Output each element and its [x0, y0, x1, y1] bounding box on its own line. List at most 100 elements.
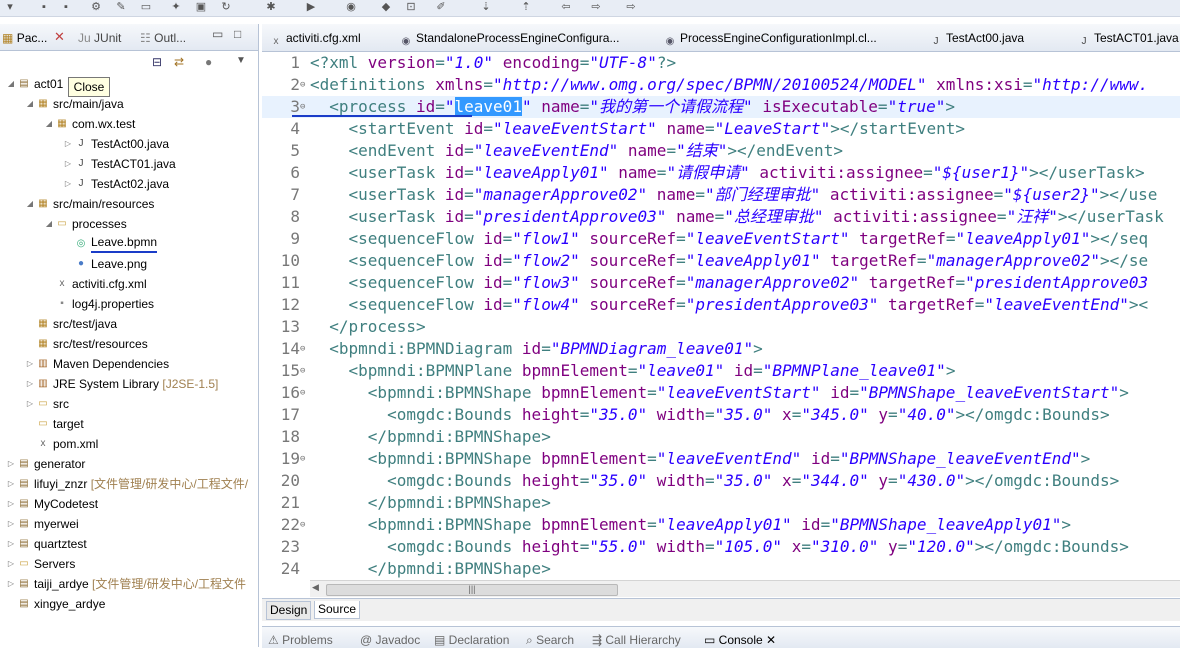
build-icon[interactable]: ⚙ — [90, 1, 102, 13]
link-with-editor-icon[interactable]: ⇄ — [174, 55, 184, 69]
scrollbar-thumb[interactable]: ||| — [326, 584, 618, 596]
forward-icon[interactable]: ⇨ — [590, 1, 602, 13]
editor-tab[interactable]: ◉ ProcessEngineConfigurationImpl.cl... — [664, 29, 877, 47]
collapse-arrow-icon[interactable]: ◢ — [25, 94, 35, 114]
tree-item[interactable]: ▷ ▥ JRE System Library [J2SE-1.5] — [0, 374, 258, 394]
tree-item[interactable]: ▷ ▤ taiji_ardye [文件管理/研发中心/工程文件 — [0, 574, 258, 594]
tab-design[interactable]: Design — [266, 601, 312, 620]
bottom-tab[interactable]: ▤ Declaration — [434, 632, 509, 648]
annotation-icon[interactable]: ⇣ — [480, 1, 492, 13]
package-icon[interactable]: ▣ — [195, 1, 207, 13]
tree-item[interactable]: ▷ J TestAct02.java — [0, 174, 258, 194]
properties-icon[interactable]: ✎ — [115, 1, 127, 13]
collapse-arrow-icon[interactable]: ◢ — [6, 74, 16, 94]
collapse-arrow-icon[interactable]: ◢ — [25, 194, 35, 214]
code-line: 13 </process> — [262, 316, 1180, 338]
horizontal-scrollbar[interactable]: ◀ ||| — [310, 580, 1180, 597]
scroll-left-icon[interactable]: ◀ — [312, 582, 319, 593]
navigate-icon[interactable]: ⇡ — [520, 1, 532, 13]
new-icon[interactable]: ▾ — [4, 1, 16, 13]
maximize-icon[interactable]: □ — [234, 27, 241, 41]
bottom-tab[interactable]: ⇶ Call Hierarchy — [592, 632, 681, 648]
expand-arrow-icon[interactable]: ▷ — [25, 374, 35, 394]
tab-outline[interactable]: ☷ Outl... — [140, 29, 186, 47]
tree-item[interactable]: ▷ ▤ myerwei — [0, 514, 258, 534]
tree-item[interactable]: ▷ J TestACT01.java — [0, 154, 258, 174]
refresh-icon[interactable]: ↻ — [220, 1, 232, 13]
fold-toggle-icon[interactable]: ⊖ — [300, 448, 305, 470]
tree-item[interactable]: ▷ J TestAct00.java — [0, 134, 258, 154]
tree-item[interactable]: ▪ log4j.properties — [0, 294, 258, 314]
tree-item[interactable]: ▷ ▭ src — [0, 394, 258, 414]
tree-item[interactable]: x pom.xml — [0, 434, 258, 454]
collapse-arrow-icon[interactable]: ◢ — [44, 114, 54, 134]
tab-package-explorer[interactable]: ▦ Pac... — [2, 29, 47, 47]
bottom-tab[interactable]: @ Javadoc — [360, 632, 420, 648]
save-icon[interactable]: ▪ — [38, 1, 50, 13]
expand-arrow-icon[interactable]: ▷ — [6, 554, 16, 574]
tree-item[interactable]: ▦ src/test/java — [0, 314, 258, 334]
open-type-icon[interactable]: ⊡ — [405, 1, 417, 13]
close-icon[interactable]: ✕ — [763, 633, 776, 647]
bottom-tab[interactable]: ⚠ Problems — [268, 632, 333, 648]
tree-item[interactable]: ◢ ▦ src/main/resources — [0, 194, 258, 214]
fold-toggle-icon[interactable]: ⊖ — [300, 360, 305, 382]
expand-arrow-icon[interactable]: ▷ — [63, 134, 73, 154]
tree-item[interactable]: ▭ target — [0, 414, 258, 434]
expand-arrow-icon[interactable]: ▷ — [6, 454, 16, 474]
external-tools-icon[interactable]: ◉ — [345, 1, 357, 13]
expand-arrow-icon[interactable]: ▷ — [6, 474, 16, 494]
search-toolbar-icon[interactable]: ✐ — [435, 1, 447, 13]
editor-tab[interactable]: x activiti.cfg.xml — [270, 29, 361, 47]
expand-arrow-icon[interactable]: ▷ — [6, 534, 16, 554]
xml-source-editor[interactable]: 1 <?xml version="1.0" encoding="UTF-8"?> 2… — [262, 52, 1180, 580]
next-icon[interactable]: ⇨ — [625, 1, 637, 13]
fold-toggle-icon[interactable]: ⊖ — [300, 338, 305, 360]
tree-item[interactable]: ◢ ▤ act01 — [0, 74, 258, 94]
expand-arrow-icon[interactable]: ▷ — [63, 174, 73, 194]
debug-icon[interactable]: ✱ — [265, 1, 277, 13]
expand-arrow-icon[interactable]: ▷ — [25, 394, 35, 414]
tree-item[interactable]: ◢ ▦ com.wx.test — [0, 114, 258, 134]
minimize-icon[interactable]: ▭ — [212, 27, 223, 41]
tree-item[interactable]: ▷ ▭ Servers — [0, 554, 258, 574]
back-icon[interactable]: ⇦ — [560, 1, 572, 13]
collapse-all-icon[interactable]: ⊟ — [152, 55, 162, 69]
tree-item[interactable]: ▷ ▤ lifuyi_znzr [文件管理/研发中心/工程文件/ — [0, 474, 258, 494]
expand-arrow-icon[interactable]: ▷ — [6, 574, 16, 594]
editor-tab[interactable]: J TestAct00.java — [930, 29, 1025, 47]
tree-item[interactable]: ● Leave.png — [0, 254, 258, 274]
tree-item[interactable]: ▦ src/test/resources — [0, 334, 258, 354]
tree-item[interactable]: ▷ ▤ quartztest — [0, 534, 258, 554]
expand-arrow-icon[interactable]: ▷ — [25, 354, 35, 374]
tree-item[interactable]: ▤ xingye_ardye — [0, 594, 258, 614]
terminal-icon[interactable]: ▭ — [140, 1, 152, 13]
filter-icon[interactable]: ● — [205, 55, 212, 69]
expand-arrow-icon[interactable]: ▷ — [6, 494, 16, 514]
wand-icon[interactable]: ✦ — [170, 1, 182, 13]
save-all-icon[interactable]: ▪ — [60, 1, 72, 13]
fold-toggle-icon[interactable]: ⊖ — [300, 514, 305, 536]
tree-item[interactable]: ◎ Leave.bpmn — [0, 234, 258, 254]
bottom-tab[interactable]: ▭ Console ✕ — [704, 632, 776, 648]
tree-item[interactable]: ▷ ▥ Maven Dependencies — [0, 354, 258, 374]
expand-arrow-icon[interactable]: ▷ — [63, 154, 73, 174]
run-icon[interactable]: ▶ — [305, 1, 317, 13]
bottom-tab[interactable]: ⌕ Search — [526, 632, 574, 648]
tree-item[interactable]: x activiti.cfg.xml — [0, 274, 258, 294]
tree-item[interactable]: ◢ ▭ processes — [0, 214, 258, 234]
view-menu-icon[interactable]: ▼ — [236, 55, 246, 66]
new-class-icon[interactable]: ◆ — [380, 1, 392, 13]
fold-toggle-icon[interactable]: ⊖ — [300, 382, 305, 404]
editor-tab[interactable]: ◉ StandaloneProcessEngineConfigura... — [400, 29, 620, 47]
tree-item[interactable]: ▷ ▤ MyCodetest — [0, 494, 258, 514]
tab-junit[interactable]: Ju JUnit — [78, 29, 121, 47]
expand-arrow-icon[interactable]: ▷ — [6, 514, 16, 534]
tree-item[interactable]: ▷ ▤ generator — [0, 454, 258, 474]
tree-item[interactable]: ◢ ▦ src/main/java — [0, 94, 258, 114]
close-tab-icon[interactable]: ✕ — [54, 29, 65, 45]
editor-tab[interactable]: J TestACT01.java — [1078, 29, 1179, 47]
collapse-arrow-icon[interactable]: ◢ — [44, 214, 54, 234]
fold-toggle-icon[interactable]: ⊖ — [300, 74, 305, 96]
tab-source[interactable]: Source — [314, 601, 361, 619]
